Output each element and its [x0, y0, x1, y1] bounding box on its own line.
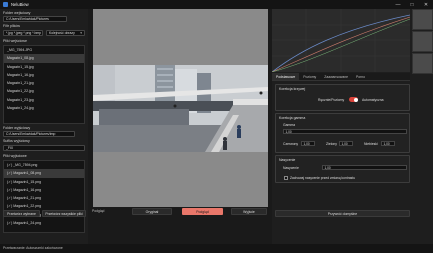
curve-editor[interactable]	[271, 9, 411, 73]
toggle-knob	[353, 97, 358, 102]
app-icon	[3, 2, 8, 7]
gamma-label: Gamma	[283, 123, 296, 127]
sort-dropdown-value: Kolejność obrazy	[49, 31, 75, 35]
blue-field[interactable]: 1,00	[381, 141, 395, 146]
input-folder-label: Folder wejściowy	[3, 11, 31, 15]
minimize-icon[interactable]: —	[391, 0, 405, 9]
close-icon[interactable]: ✕	[419, 0, 433, 9]
left-panel: Folder wejściowy C:/Users/Emkwidak/Pictu…	[0, 9, 88, 244]
curve-group-title: Korekcja krzywej	[279, 87, 306, 91]
status-bar: Przetwarzanie: Autoszumki zakończone	[0, 244, 433, 253]
status-text: Przetwarzanie: Autoszumki zakończone	[3, 246, 63, 250]
gamma-group-title: Korekcja gamma	[279, 116, 306, 120]
auto-mode-label: Automatyczna	[362, 98, 384, 102]
saturation-label: Nasycenie	[283, 166, 299, 170]
curve-group: Korekcja krzywej Ręcznie/Poziomy Automat…	[275, 84, 410, 111]
chevron-down-icon: ▾	[80, 31, 82, 35]
gamma-slider[interactable]: 1,00	[283, 129, 407, 134]
output-button[interactable]: Wyjście	[231, 207, 267, 215]
restore-defaults-button[interactable]: Przywróć domyślne	[275, 210, 410, 217]
list-item[interactable]: (✓) Magazin1_16.png	[4, 186, 84, 194]
curve-mode-toggle[interactable]	[349, 97, 358, 102]
suffix-field[interactable]: _FIX	[3, 145, 85, 151]
thumbnail-strip	[412, 9, 433, 244]
list-item[interactable]: (✓) Magazin1_15.png	[4, 178, 84, 186]
output-files-label: Pliki wyjściowe	[3, 154, 27, 158]
list-item[interactable]: Magazin1_21.jpg	[4, 79, 84, 87]
tab-advanced[interactable]: Zaawansowane	[320, 73, 352, 80]
input-file-list[interactable]: _MG_7594.JPG Magazin1_08.jpg Magazin1_15.j…	[3, 45, 85, 124]
list-item[interactable]: (✓) Magazin1_08.png	[4, 169, 84, 178]
list-item[interactable]: Magazin1_08.jpg	[4, 54, 84, 63]
red-label: Czerwony	[283, 142, 299, 146]
window-title: NeluBiew	[11, 2, 29, 7]
tab-levels[interactable]: Poziomy	[299, 73, 320, 80]
suffix-label: Sufiks wyjściowy	[3, 139, 30, 143]
preview-canvas[interactable]	[93, 9, 268, 207]
saturation-group: Nasycenie Nasycenie 1,00 Zachowaj nasyce…	[275, 155, 410, 183]
title-bar: NeluBiew — □ ✕	[0, 0, 433, 9]
output-folder-field[interactable]: C:/Users/Emkwidak/Pictures/tmp	[3, 131, 75, 137]
red-field[interactable]: 1,00	[301, 141, 315, 146]
tab-basic[interactable]: Podstawowe	[272, 73, 300, 80]
list-item[interactable]: Magazin1_15.jpg	[4, 63, 84, 71]
output-file-list[interactable]: (✓) _MG_7594.png (✓) Magazin1_08.png (✓) M…	[3, 160, 85, 233]
file-filter-field[interactable]: *.jpg *.jpeg *.png *.bmp *.tif *.tiff *.…	[3, 30, 43, 36]
list-item[interactable]: Magazin1_23.jpg	[4, 96, 84, 104]
list-item[interactable]: _MG_7594.JPG	[4, 46, 84, 54]
process-selected-button[interactable]: Przetwórz wybrane	[3, 210, 40, 217]
file-filter-label: Filtr plików	[3, 24, 20, 28]
blue-label: Niebieski	[364, 142, 378, 146]
output-folder-label: Folder wyjściowy	[3, 126, 31, 130]
green-label: Zielony	[326, 142, 337, 146]
preserve-saturation-checkbox[interactable]	[284, 176, 288, 180]
sort-dropdown[interactable]: Kolejność obrazy ▾	[46, 30, 85, 36]
preview-mode-label: Podgląd	[92, 209, 105, 213]
preview-toolbar: Podgląd Oryginał Podgląd Wyjście	[88, 207, 268, 215]
saturation-group-title: Nasycenie	[279, 158, 296, 162]
thumbnail[interactable]	[412, 9, 433, 30]
right-panel: Podstawowe Poziomy Zaawansowane Porno Ko…	[271, 9, 433, 244]
thumbnail[interactable]	[412, 31, 433, 52]
list-item[interactable]: Magazin1_22.jpg	[4, 87, 84, 95]
input-folder-field[interactable]: C:/Users/Emkwidak/Pictures	[3, 16, 67, 22]
list-item[interactable]: (✓) Magazin1_24.png	[4, 219, 84, 227]
process-all-button[interactable]: Przetwórz wszystkie pliki	[42, 210, 86, 217]
preview-image	[93, 65, 268, 152]
thumbnail[interactable]	[412, 53, 433, 74]
list-item[interactable]: Magazin1_16.jpg	[4, 71, 84, 79]
preview-button[interactable]: Podgląd	[182, 207, 223, 215]
list-item[interactable]: (✓) Magazin1_21.png	[4, 194, 84, 202]
gamma-group: Korekcja gamma Gamma 1,00 Czerwony 1,00 …	[275, 113, 410, 153]
settings-tabs: Podstawowe Poziomy Zaawansowane Porno	[272, 73, 410, 81]
original-button[interactable]: Oryginał	[132, 207, 172, 215]
saturation-slider[interactable]: 1,00	[322, 165, 407, 170]
input-files-label: Pliki wejściowe	[3, 39, 27, 43]
list-item[interactable]: (✓) _MG_7594.png	[4, 161, 84, 169]
maximize-icon[interactable]: □	[405, 0, 419, 9]
green-field[interactable]: 1,00	[339, 141, 353, 146]
tab-other[interactable]: Porno	[352, 73, 369, 80]
manual-mode-label: Ręcznie/Poziomy	[318, 98, 345, 102]
list-item[interactable]: Magazin1_24.jpg	[4, 104, 84, 112]
preserve-saturation-label: Zachowaj nasycenie przed zmianą kontrast…	[290, 176, 356, 180]
